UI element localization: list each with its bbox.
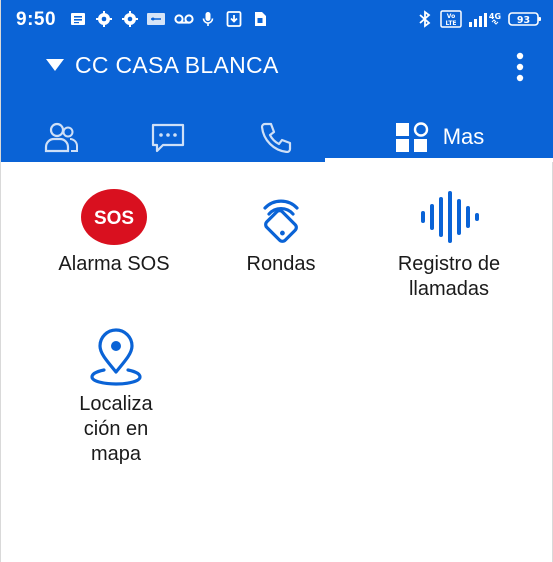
tab-bar: Mas [1, 112, 553, 162]
menu-item-localizacion[interactable]: Localiza ción en mapa [41, 328, 191, 467]
app-header: 9:50 Vo LTE 4G 93 CC CASA BLANCA Mas [1, 0, 553, 162]
overflow-menu-icon[interactable] [507, 50, 533, 84]
app-screen: 9:50 Vo LTE 4G 93 CC CASA BLANCA Mas SOS… [0, 0, 553, 562]
download-icon [225, 10, 243, 28]
menu-item-sos[interactable]: SOS Alarma SOS [39, 188, 189, 277]
dropdown-arrow-icon[interactable] [45, 57, 65, 73]
sos-icon: SOS [81, 189, 147, 245]
chat-icon [151, 123, 185, 153]
settings-notification-icon [95, 10, 113, 28]
menu-item-rondas[interactable]: Rondas [206, 188, 356, 277]
menu-item-registro-label-line2: llamadas [408, 278, 490, 300]
soundwave-icon [421, 191, 479, 243]
menu-item-registro-llamadas[interactable]: Registro de llamadas [371, 188, 527, 302]
svg-text:Vo: Vo [447, 13, 455, 20]
sos-icon-text: SOS [94, 208, 134, 229]
signal-icon: 4G [468, 10, 502, 28]
feature-grid: SOS Alarma SOS Rondas Registro de llamad… [1, 162, 553, 562]
network-type: 4G [489, 12, 501, 21]
message-notification-icon [69, 10, 87, 28]
phone-icon [260, 122, 292, 153]
tab-more[interactable]: Mas [325, 112, 553, 162]
menu-item-rondas-label: Rondas [246, 253, 316, 275]
toolbar: CC CASA BLANCA [1, 44, 553, 92]
microphone-icon [199, 10, 217, 28]
site-title[interactable]: CC CASA BLANCA [75, 52, 279, 79]
dashboard-icon [395, 122, 428, 152]
menu-item-localizacion-label-line2: ción en [83, 418, 149, 440]
menu-item-localizacion-label-line3: mapa [90, 443, 142, 465]
bluetooth-icon [416, 10, 434, 28]
menu-item-sos-label: Alarma SOS [58, 253, 170, 275]
notification-icons [69, 10, 269, 28]
system-status-icons: Vo LTE 4G 93 [416, 10, 542, 28]
status-bar: 9:50 Vo LTE 4G 93 [1, 0, 553, 40]
status-time: 9:50 [16, 9, 57, 30]
voicemail-icon [173, 10, 194, 28]
people-icon [44, 122, 78, 153]
app-notification-icon [147, 10, 165, 28]
menu-item-registro-label-line1: Registro de [397, 253, 501, 275]
sim-card-icon [251, 10, 269, 28]
battery-icon: 93 [508, 10, 542, 28]
tab-contacts[interactable] [19, 112, 103, 162]
battery-level: 93 [517, 15, 530, 26]
menu-item-localizacion-label-line1: Localiza [79, 393, 153, 415]
tab-more-label: Mas [442, 124, 485, 149]
volte-icon: Vo LTE [440, 10, 462, 28]
tab-messages[interactable] [126, 112, 210, 162]
location-pin-icon [90, 328, 142, 386]
nfc-tag-icon [263, 199, 299, 243]
svg-text:LTE: LTE [445, 20, 456, 27]
tab-calls[interactable] [235, 112, 319, 162]
settings-notification-icon-2 [121, 10, 139, 28]
